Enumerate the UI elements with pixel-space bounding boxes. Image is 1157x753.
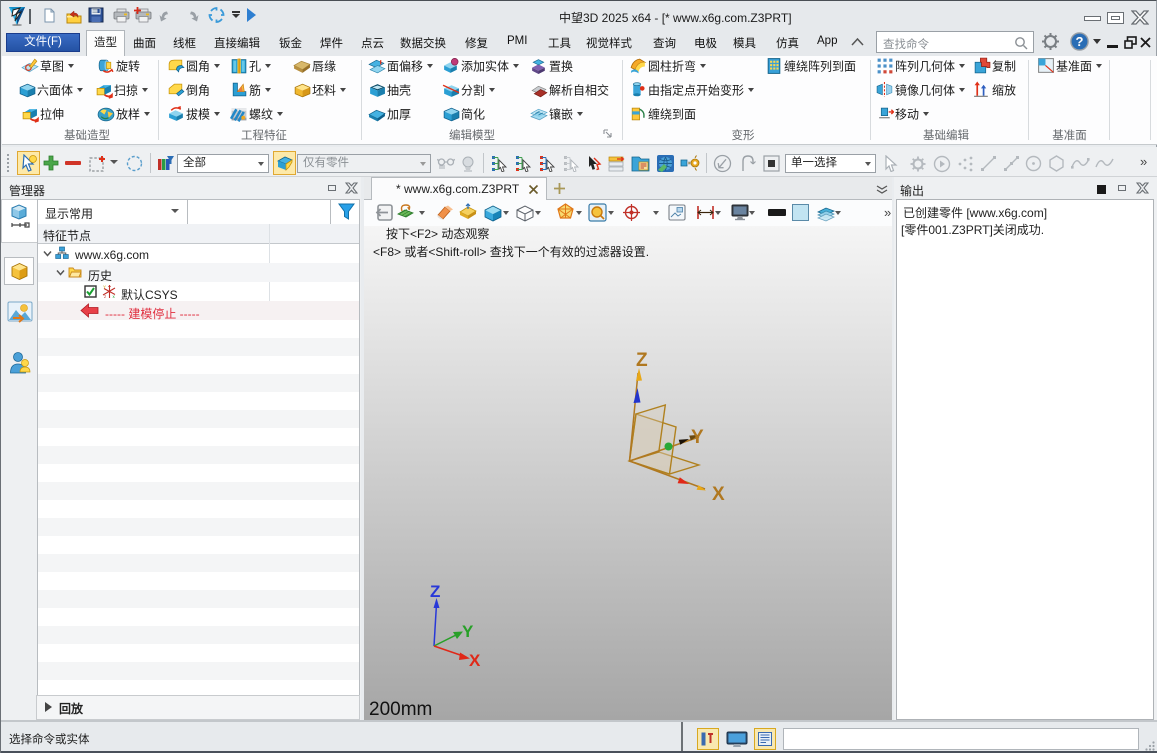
svg-text:Z: Z: [636, 350, 648, 371]
svg-text:?: ?: [1076, 34, 1084, 49]
svg-text:Z: Z: [430, 582, 440, 601]
svg-text:Y: Y: [691, 427, 704, 448]
svg-text:X: X: [712, 484, 725, 505]
svg-text:Y: Y: [462, 622, 474, 641]
svg-text:z: z: [104, 294, 107, 299]
svg-text:Y: Y: [103, 285, 106, 290]
svg-text:x: x: [113, 294, 116, 299]
svg-text:X: X: [469, 651, 481, 670]
